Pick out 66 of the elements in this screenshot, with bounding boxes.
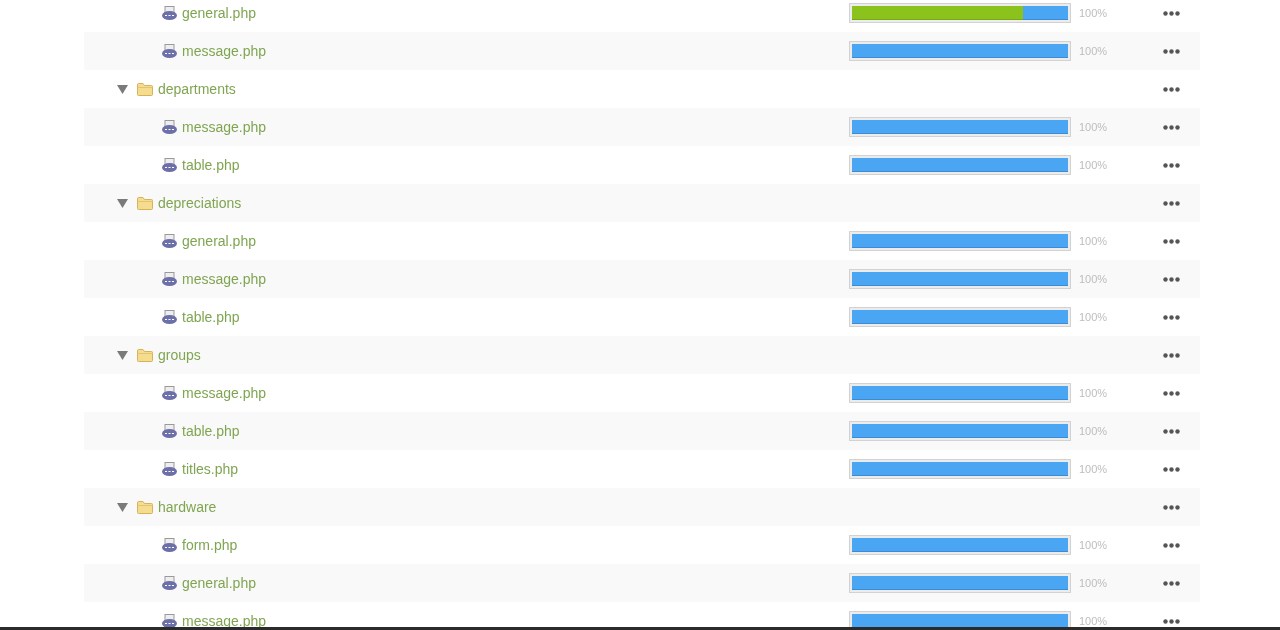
file-icon bbox=[162, 386, 177, 400]
file-link[interactable]: general.php bbox=[182, 2, 256, 24]
more-icon bbox=[1162, 352, 1180, 358]
percent-label: 100% bbox=[1079, 43, 1108, 59]
more-icon bbox=[1162, 86, 1180, 92]
file-icon bbox=[162, 310, 177, 324]
folder-icon bbox=[137, 82, 153, 96]
percent-label: 100% bbox=[1079, 271, 1108, 287]
file-link[interactable]: table.php bbox=[182, 420, 240, 442]
percent-label: 100% bbox=[1079, 423, 1108, 439]
file-icon bbox=[162, 120, 177, 134]
percent-label: 100% bbox=[1079, 613, 1108, 627]
folder-icon bbox=[137, 196, 153, 210]
file-link[interactable]: message.php bbox=[182, 116, 267, 138]
more-icon bbox=[1162, 314, 1180, 320]
caret-down-icon[interactable] bbox=[117, 350, 128, 360]
folder-link[interactable]: groups bbox=[158, 344, 201, 366]
file-icon bbox=[162, 44, 177, 58]
folder-link[interactable]: depreciations bbox=[158, 192, 242, 214]
more-icon bbox=[1162, 542, 1180, 548]
file-link[interactable]: form.php bbox=[182, 534, 238, 556]
percent-label: 100% bbox=[1079, 5, 1108, 21]
folder-link[interactable]: hardware bbox=[158, 496, 217, 518]
folder-icon bbox=[137, 500, 153, 514]
file-link[interactable]: message.php bbox=[182, 268, 267, 290]
folder-icon bbox=[137, 348, 153, 362]
file-icon bbox=[162, 234, 177, 248]
folder-link[interactable]: departments bbox=[158, 78, 236, 100]
percent-label: 100% bbox=[1079, 575, 1108, 591]
more-icon bbox=[1162, 390, 1180, 396]
more-icon bbox=[1162, 428, 1180, 434]
file-link[interactable]: titles.php bbox=[182, 458, 239, 480]
more-icon bbox=[1162, 238, 1180, 244]
caret-down-icon[interactable] bbox=[117, 84, 128, 94]
more-icon bbox=[1162, 618, 1180, 624]
file-icon bbox=[162, 158, 177, 172]
percent-label: 100% bbox=[1079, 309, 1108, 325]
more-icon bbox=[1162, 48, 1180, 54]
percent-label: 100% bbox=[1079, 537, 1108, 553]
caret-down-icon[interactable] bbox=[117, 198, 128, 208]
percent-label: 100% bbox=[1079, 461, 1108, 477]
file-link[interactable]: message.php bbox=[182, 40, 267, 62]
more-icon bbox=[1162, 200, 1180, 206]
file-icon bbox=[162, 576, 177, 590]
file-link[interactable]: message.php bbox=[182, 382, 267, 404]
file-icon bbox=[162, 424, 177, 438]
file-icon bbox=[162, 272, 177, 286]
file-link[interactable]: general.php bbox=[182, 230, 256, 252]
more-icon bbox=[1162, 124, 1180, 130]
caret-down-icon[interactable] bbox=[117, 502, 128, 512]
more-icon bbox=[1162, 162, 1180, 168]
file-link[interactable]: general.php bbox=[182, 572, 256, 594]
percent-label: 100% bbox=[1079, 119, 1108, 135]
more-icon bbox=[1162, 466, 1180, 472]
more-icon bbox=[1162, 580, 1180, 586]
percent-label: 100% bbox=[1079, 233, 1108, 249]
more-icon bbox=[1162, 504, 1180, 510]
file-icon bbox=[162, 462, 177, 476]
file-link[interactable]: table.php bbox=[182, 154, 240, 176]
more-icon bbox=[1162, 276, 1180, 282]
more-icon bbox=[1162, 10, 1180, 16]
percent-label: 100% bbox=[1079, 385, 1108, 401]
percent-label: 100% bbox=[1079, 157, 1108, 173]
file-icon bbox=[162, 6, 177, 20]
file-link[interactable]: table.php bbox=[182, 306, 240, 328]
file-icon bbox=[162, 538, 177, 552]
